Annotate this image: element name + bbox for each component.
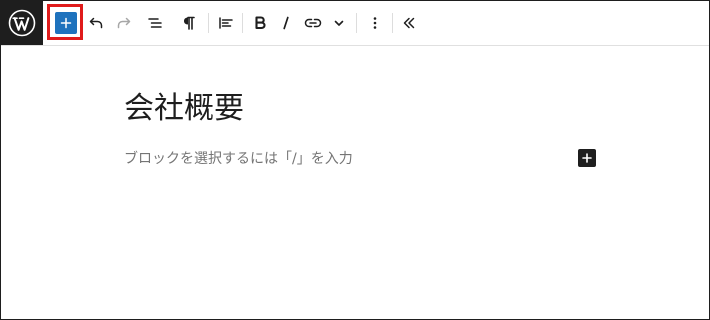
redo-icon — [115, 14, 133, 32]
add-block-button[interactable] — [55, 12, 77, 34]
link-button[interactable] — [300, 10, 326, 36]
bold-button[interactable] — [247, 10, 273, 36]
link-icon — [303, 14, 323, 32]
toolbar-divider — [356, 13, 357, 33]
chevron-down-icon — [332, 16, 346, 30]
align-button[interactable] — [213, 10, 239, 36]
align-left-icon — [217, 14, 235, 32]
wordpress-logo-icon — [8, 9, 36, 37]
block-appender-placeholder[interactable]: ブロックを選択するには「/」を入力 — [124, 149, 353, 169]
italic-icon — [277, 14, 295, 32]
undo-button[interactable] — [83, 10, 109, 36]
inline-add-block-button[interactable] — [578, 149, 596, 167]
list-view-icon — [146, 14, 164, 32]
more-rich-text-controls-button[interactable] — [326, 10, 352, 36]
editor-toolbar — [1, 1, 709, 46]
document-overview-button[interactable] — [142, 10, 168, 36]
paragraph-block-button[interactable] — [176, 10, 202, 36]
toolbar-divider — [392, 13, 393, 33]
toolbar-divider — [242, 13, 243, 33]
plus-icon — [582, 153, 592, 163]
paragraph-icon — [180, 14, 198, 32]
italic-button[interactable] — [273, 10, 299, 36]
editor-window: 会社概要 ブロックを選択するには「/」を入力 — [0, 0, 710, 320]
options-button[interactable] — [362, 10, 388, 36]
collapse-toolbar-button[interactable] — [396, 10, 422, 36]
editor-canvas: 会社概要 ブロックを選択するには「/」を入力 — [1, 46, 709, 319]
more-vertical-icon — [368, 15, 382, 31]
bold-icon — [251, 14, 269, 32]
plus-icon — [60, 17, 72, 29]
post-title[interactable]: 会社概要 — [124, 91, 244, 127]
undo-icon — [87, 14, 105, 32]
redo-button[interactable] — [111, 10, 137, 36]
site-logo-button[interactable] — [1, 1, 43, 45]
toolbar-divider — [208, 13, 209, 33]
chevron-double-left-icon — [401, 15, 417, 31]
